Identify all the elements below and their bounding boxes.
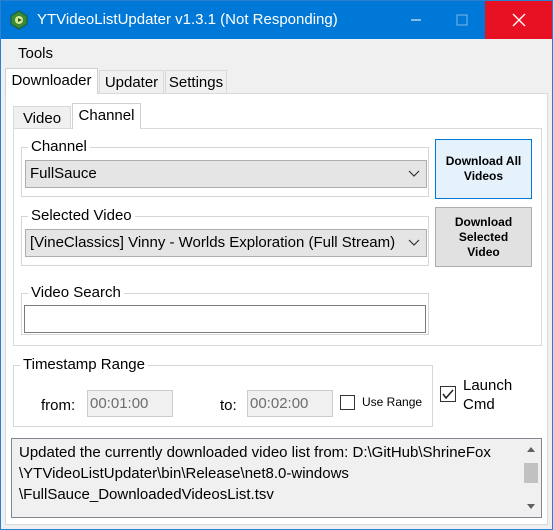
to-label: to: — [220, 397, 237, 414]
from-time-input[interactable]: 00:01:00 — [87, 390, 173, 417]
window-title: YTVideoListUpdater v1.3.1 (Not Respondin… — [37, 11, 338, 28]
scroll-down-icon[interactable] — [526, 503, 536, 511]
tab-updater[interactable]: Updater — [99, 70, 164, 94]
title-bar[interactable]: YTVideoListUpdater v1.3.1 (Not Respondin… — [1, 1, 552, 39]
use-range-label: Use Range — [362, 395, 423, 409]
menu-bar: Tools — [1, 39, 552, 67]
log-line: Updated the currently downloaded video l… — [19, 444, 491, 461]
chevron-down-icon — [408, 239, 420, 246]
timestamp-range-label: Timestamp Range — [20, 356, 148, 373]
app-icon — [10, 10, 28, 30]
video-search-input[interactable] — [24, 305, 426, 333]
log-textbox[interactable]: Updated the currently downloaded video l… — [11, 438, 542, 518]
channel-select-value: FullSauce — [30, 165, 97, 182]
app-window: YTVideoListUpdater v1.3.1 (Not Respondin… — [0, 0, 553, 530]
subtab-channel[interactable]: Channel — [72, 103, 141, 129]
download-all-button-label: Download All Videos — [445, 154, 522, 183]
launch-cmd-checkbox[interactable] — [440, 386, 456, 402]
log-line: \FullSauce_DownloadedVideosList.tsv — [19, 486, 274, 503]
use-range-checkbox[interactable] — [340, 395, 355, 410]
channel-group-label: Channel — [28, 138, 90, 155]
selected-video-select[interactable]: [VineClassics] Vinny - Worlds Exploratio… — [25, 229, 427, 257]
scroll-up-icon[interactable] — [526, 445, 536, 453]
check-icon — [442, 389, 454, 400]
menu-tools[interactable]: Tools — [18, 45, 53, 62]
minimize-button[interactable] — [393, 1, 439, 39]
selected-video-group-label: Selected Video — [28, 207, 135, 224]
launch-cmd-label: Launch Cmd — [463, 377, 513, 413]
to-time-input[interactable]: 00:02:00 — [247, 390, 333, 417]
download-all-button[interactable]: Download All Videos — [435, 139, 532, 199]
minimize-icon — [411, 19, 421, 21]
download-selected-button-label: Download Selected Video — [454, 214, 513, 259]
maximize-icon — [456, 14, 468, 26]
subtab-video[interactable]: Video — [13, 106, 71, 130]
scrollbar-thumb[interactable] — [524, 463, 538, 483]
tab-downloader[interactable]: Downloader — [5, 68, 98, 94]
download-selected-button[interactable]: Download Selected Video — [435, 207, 532, 267]
selected-video-select-value: [VineClassics] Vinny - Worlds Exploratio… — [30, 234, 396, 251]
chevron-down-icon — [408, 170, 420, 177]
channel-select[interactable]: FullSauce — [25, 160, 427, 188]
close-button[interactable] — [485, 1, 552, 39]
log-scrollbar[interactable] — [521, 439, 541, 517]
maximize-button[interactable] — [439, 1, 485, 39]
from-label: from: — [41, 397, 76, 414]
log-line: \YTVideoListUpdater\bin\Release\net8.0-w… — [19, 465, 349, 482]
close-icon — [512, 13, 525, 27]
tab-settings[interactable]: Settings — [165, 70, 227, 94]
video-search-group-label: Video Search — [28, 284, 124, 301]
